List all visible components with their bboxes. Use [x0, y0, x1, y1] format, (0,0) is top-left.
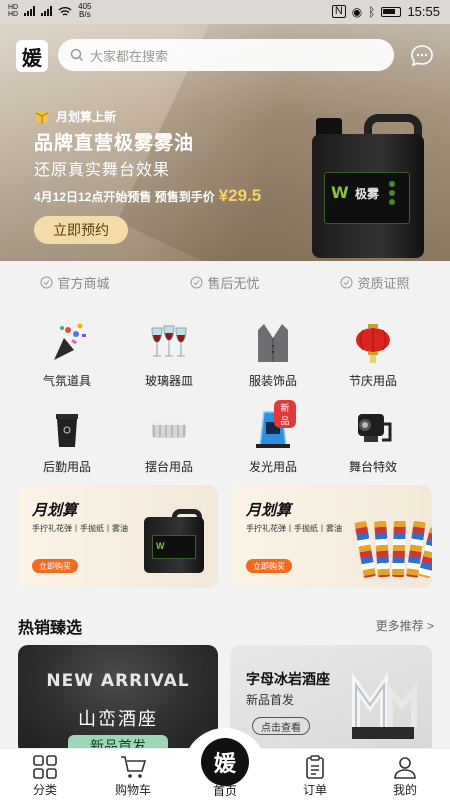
wifi-icon [58, 6, 72, 16]
search-input[interactable]: 大家都在搜索 [58, 39, 394, 71]
new-arrival-banner: NEW ARRIVAL [46, 671, 190, 691]
hd-signal-icon: HD HD [8, 4, 19, 18]
tab-orders[interactable]: 订单 [280, 755, 350, 798]
grid-icon [33, 755, 57, 779]
tab-home[interactable]: 媛 [201, 738, 249, 786]
product-name: 字母冰岩酒座 [246, 671, 330, 687]
category-label: 后勤用品 [42, 460, 91, 474]
clock: 15:55 [407, 4, 440, 19]
buy-now-button[interactable]: 立即购买 [246, 559, 292, 573]
lantern-icon [350, 320, 396, 366]
card-subtitle: 手拧礼花弹丨手抛纸丨雾油 [246, 524, 342, 533]
bluetooth-icon: ᛒ [368, 4, 376, 19]
confetti-tubes-thumbnail [354, 505, 432, 581]
category-logistics[interactable]: 后勤用品 [22, 406, 112, 476]
check-circle-icon [40, 276, 53, 288]
assurance-item: 售后无忧 [190, 273, 260, 292]
product-subtitle: 新品首发 [246, 693, 295, 707]
card-subtitle: 手拧礼花弹丨手抛纸丨雾油 [32, 524, 128, 533]
fog-oil-product-image: W 极雾 [300, 110, 434, 260]
category-table-setting[interactable]: 摆台用品 [124, 406, 214, 476]
tab-home-label: 首页 [212, 784, 237, 798]
cart-icon [121, 756, 147, 778]
deal-card-fog-oil[interactable]: 月划算 手拧礼花弹丨手抛纸丨雾油 立即购买 W [18, 485, 218, 588]
category-atmosphere-props[interactable]: 气氛道具 [22, 320, 112, 390]
category-label: 气氛道具 [42, 374, 91, 388]
assurance-bar: 官方商城 售后无忧 资质证照 [0, 262, 450, 302]
confetti-icon [44, 320, 90, 366]
promo-date: 4月12日12点开始预售 预售到手价 ¥29.5 [34, 186, 262, 205]
status-bar: HD HD 405 B/s N ◉ ᛒ 15:55 [0, 0, 450, 24]
vest-icon [250, 320, 296, 366]
nfc-icon: N [331, 5, 346, 18]
category-light-up[interactable]: 新品 发光用品 [228, 400, 318, 476]
order-icon [306, 755, 324, 779]
section-title: 热销臻选 [18, 620, 83, 637]
led-display-icon: 新品 [250, 400, 296, 452]
card-title: 月划算 [32, 502, 78, 519]
check-circle-icon [340, 276, 353, 288]
category-label: 服装饰品 [248, 374, 297, 388]
message-icon[interactable] [408, 42, 436, 70]
search-placeholder: 大家都在搜索 [90, 48, 169, 64]
fog-oil-thumbnail: W [144, 509, 204, 573]
app-logo[interactable]: 媛 [16, 40, 48, 72]
category-festive[interactable]: 节庆用品 [328, 320, 418, 390]
category-grid: 气氛道具 玻璃器皿 服装饰品 节庆用品 后勤用品 摆台用品 新品 发光用品 舞台… [0, 316, 450, 476]
vibrate-icon: ◉ [351, 4, 363, 19]
category-stage-effects[interactable]: 舞台特效 [328, 406, 418, 476]
card-title: 月划算 [246, 502, 292, 519]
crystal-letter-image [352, 672, 417, 739]
net-speed: 405 B/s [78, 2, 92, 19]
category-label: 舞台特效 [348, 460, 397, 474]
signal-icon-1 [24, 6, 36, 16]
wine-glass-icon [146, 320, 192, 366]
deal-card-confetti[interactable]: 月划算 手拧礼花弹丨手抛纸丨雾油 立即购买 [232, 485, 432, 588]
buy-now-button[interactable]: 立即购买 [32, 559, 78, 573]
product-card-mountain-stand[interactable]: NEW ARRIVAL 山峦酒座 新品首发 [18, 645, 218, 755]
promo-tag: 月划算上新 [34, 108, 116, 125]
product-name: 山峦酒座 [78, 709, 158, 729]
new-badge: 新品 [274, 400, 296, 428]
category-glassware[interactable]: 玻璃器皿 [124, 320, 214, 390]
battery-icon [381, 6, 402, 17]
assurance-item: 资质证照 [340, 273, 410, 292]
category-label: 节庆用品 [348, 374, 397, 388]
trash-bin-icon [44, 406, 90, 452]
check-circle-icon [190, 276, 203, 288]
tab-cart[interactable]: 购物车 [98, 755, 168, 798]
category-apparel[interactable]: 服装饰品 [228, 320, 318, 390]
category-label: 玻璃器皿 [144, 374, 193, 388]
product-card-letter-stand[interactable]: 字母冰岩酒座 新品首发 点击查看 [230, 645, 432, 755]
promo-banner[interactable]: 媛 大家都在搜索 月划算上新 品牌直营极雾雾油 还原真实舞台效果 4月12日12… [0, 24, 450, 261]
ashtray-icon [146, 406, 192, 452]
category-label: 摆台用品 [144, 460, 193, 474]
tab-categories[interactable]: 分类 [10, 755, 80, 798]
more-recommendations-link[interactable]: 更多推荐 > [376, 617, 434, 634]
tab-profile[interactable]: 我的 [370, 755, 440, 798]
hot-section-header: 热销臻选 更多推荐 > [18, 614, 434, 637]
reserve-button[interactable]: 立即预约 [34, 216, 128, 244]
person-icon [394, 757, 416, 779]
search-icon [70, 48, 84, 62]
promo-subtitle: 还原真实舞台效果 [34, 162, 171, 179]
signal-icon-2 [41, 6, 53, 16]
stage-light-icon [350, 406, 396, 452]
promo-price: ¥29.5 [218, 186, 262, 205]
view-button[interactable]: 点击查看 [252, 717, 310, 735]
assurance-item: 官方商城 [40, 273, 110, 292]
category-label: 发光用品 [248, 460, 297, 474]
product-label: 极雾 [355, 187, 380, 201]
box-icon [35, 109, 49, 124]
promo-title: 品牌直营极雾雾油 [34, 133, 195, 154]
